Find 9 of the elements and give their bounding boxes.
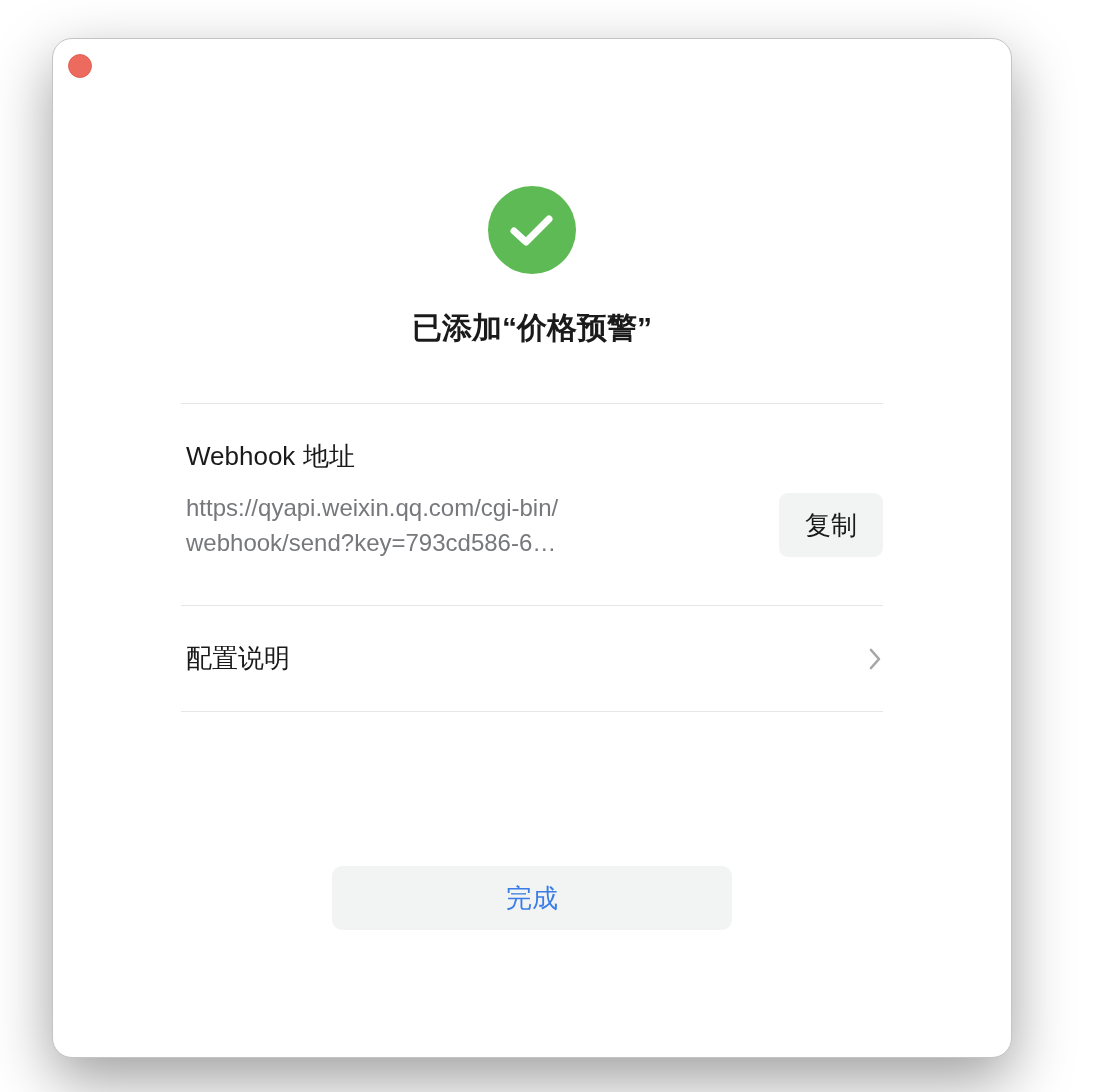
done-button[interactable]: 完成 — [332, 866, 732, 930]
close-icon[interactable] — [68, 54, 92, 78]
dialog-title: 已添加“价格预警” — [412, 310, 652, 346]
chevron-right-icon — [869, 647, 881, 670]
success-check-icon — [488, 186, 576, 274]
webhook-url-text: https://qyapi.weixin.qq.com/cgi-bin/ webhook/send?key=793cd586-6… — [186, 493, 559, 558]
webhook-address-label: Webhook 地址 — [186, 440, 355, 473]
config-guide-link[interactable]: 配置说明 — [181, 606, 883, 711]
copy-button[interactable]: 复制 — [779, 493, 883, 557]
